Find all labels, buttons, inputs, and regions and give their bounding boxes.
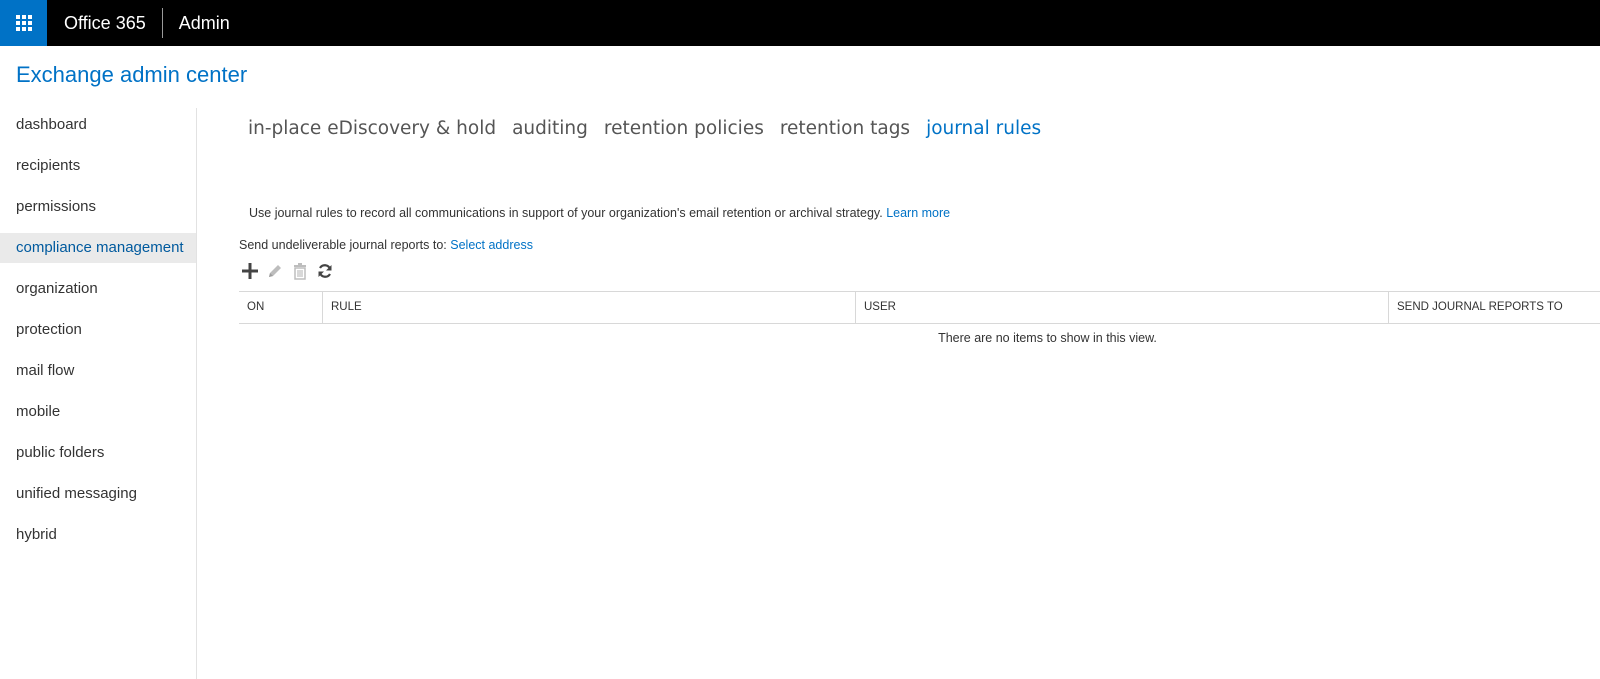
nav-item-public-folders[interactable]: public folders (0, 438, 196, 468)
topbar-divider (161, 8, 163, 38)
tab-in-place-ediscovery[interactable]: in-place eDiscovery & hold (248, 118, 496, 139)
edit-icon (269, 265, 281, 277)
nav-item-recipients[interactable]: recipients (0, 151, 196, 181)
refresh-icon (318, 264, 332, 278)
suite-section-label: Admin (178, 12, 230, 33)
tab-retention-policies[interactable]: retention policies (604, 118, 764, 139)
delete-icon (294, 263, 306, 280)
column-header-on[interactable]: ON (239, 292, 322, 323)
nav-item-mail-flow[interactable]: mail flow (0, 356, 196, 386)
edit-button[interactable] (265, 261, 285, 281)
add-icon (242, 263, 258, 279)
column-header-send-journal-reports-to[interactable]: SEND JOURNAL REPORTS TO (1388, 292, 1600, 323)
page-title: Exchange admin center (16, 62, 248, 87)
add-button[interactable] (240, 261, 260, 281)
left-nav: dashboard recipients permissions complia… (0, 108, 197, 679)
tab-auditing[interactable]: auditing (512, 118, 588, 139)
nav-item-permissions[interactable]: permissions (0, 192, 196, 222)
description: Use journal rules to record all communic… (249, 206, 950, 220)
app-launcher-button[interactable] (0, 0, 47, 46)
nav-item-organization[interactable]: organization (0, 274, 196, 304)
description-text: Use journal rules to record all communic… (249, 206, 883, 220)
nav-item-protection[interactable]: protection (0, 315, 196, 345)
nav-item-mobile[interactable]: mobile (0, 397, 196, 427)
tab-retention-tags[interactable]: retention tags (780, 118, 910, 139)
column-header-user[interactable]: USER (855, 292, 1388, 323)
delete-button[interactable] (290, 261, 310, 281)
select-address-link[interactable]: Select address (450, 238, 533, 252)
table-header: ON RULE USER SEND JOURNAL REPORTS TO (239, 291, 1600, 324)
tab-journal-rules[interactable]: journal rules (926, 118, 1041, 139)
waffle-icon (15, 15, 32, 31)
brand-label[interactable]: Office 365 (64, 13, 146, 34)
undeliverable-label: Send undeliverable journal reports to: (239, 238, 447, 252)
undeliverable-reports-row: Send undeliverable journal reports to: S… (239, 238, 533, 252)
nav-item-compliance-management[interactable]: compliance management (0, 233, 196, 263)
nav-item-unified-messaging[interactable]: unified messaging (0, 479, 196, 509)
learn-more-link[interactable]: Learn more (886, 206, 950, 220)
sub-tabs: in-place eDiscovery & hold auditing rete… (248, 113, 1057, 143)
nav-item-hybrid[interactable]: hybrid (0, 520, 196, 550)
refresh-button[interactable] (315, 261, 335, 281)
nav-item-dashboard[interactable]: dashboard (0, 110, 196, 140)
empty-table-message: There are no items to show in this view. (938, 331, 1157, 345)
journal-rules-table: ON RULE USER SEND JOURNAL REPORTS TO The… (239, 291, 1600, 345)
toolbar (240, 260, 340, 282)
column-header-rule[interactable]: RULE (322, 292, 855, 323)
suite-bar: Office 365 Admin (0, 0, 1600, 46)
